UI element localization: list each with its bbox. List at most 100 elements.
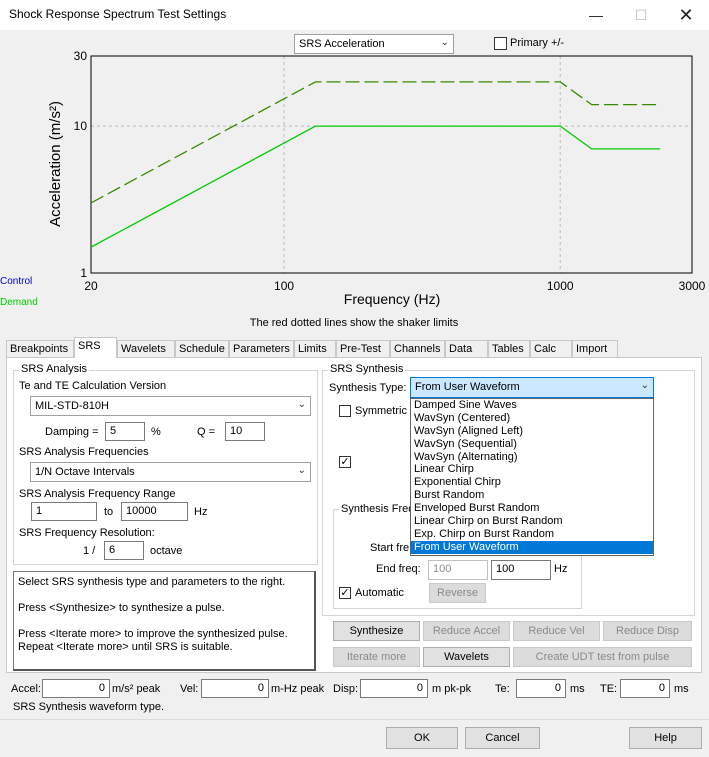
y-axis-label: Acceleration (m/s²) (47, 101, 64, 227)
dropdown-option[interactable]: Exp. Chirp on Burst Random (411, 528, 653, 541)
option-checkbox[interactable]: ✓ (339, 456, 351, 468)
iterate-more-button[interactable]: Iterate more (333, 647, 420, 667)
reduce-vel-button[interactable]: Reduce Vel (513, 621, 600, 641)
reverse-button[interactable]: Reverse (429, 583, 486, 603)
x-tick-label: 3000 (679, 279, 706, 293)
demand-limit-line (90, 81, 661, 204)
x-tick-label: 20 (84, 279, 98, 293)
y-tick-label: 30 (74, 49, 88, 63)
symmetric-checkbox[interactable] (339, 405, 351, 417)
dropdown-option[interactable]: From User Waveform (411, 540, 653, 554)
te-readout: 0 (516, 679, 566, 698)
freq-resolution-prefix: 1 / (83, 545, 96, 557)
create-udt-button[interactable]: Create UDT test from pulse (513, 647, 692, 667)
damping-unit: % (151, 426, 161, 438)
srs-synthesis-title: SRS Synthesis (328, 363, 406, 375)
tab-channels[interactable]: Channels (390, 340, 445, 357)
tab-schedule[interactable]: Schedule (175, 340, 229, 357)
tab-calc[interactable]: Calc (530, 340, 572, 357)
automatic-label: Automatic (355, 587, 404, 599)
shaker-limits-note: The red dotted lines show the shaker lim… (250, 317, 459, 329)
te-upper-readout: 0 (620, 679, 670, 698)
dropdown-option[interactable]: Damped Sine Waves (411, 399, 653, 412)
window-title: Shock Response Spectrum Test Settings (9, 7, 227, 21)
freq-range-unit: Hz (194, 506, 208, 518)
y-tick-label: 10 (74, 119, 88, 133)
y-tick-label: 1 (80, 266, 87, 280)
dropdown-option[interactable]: Exponential Chirp (411, 476, 653, 489)
disp-unit: m pk-pk (432, 683, 472, 695)
synthesize-button[interactable]: Synthesize (333, 621, 420, 641)
reduce-disp-button[interactable]: Reduce Disp (603, 621, 692, 641)
freq-range-to-input[interactable]: 10000 (121, 502, 188, 521)
dropdown-option[interactable]: Linear Chirp on Burst Random (411, 515, 653, 528)
freq-resolution-input[interactable]: 6 (104, 541, 144, 560)
chevron-down-icon: ⌄ (297, 465, 306, 476)
dropdown-option[interactable]: Enveloped Burst Random (411, 502, 653, 515)
minimize-icon[interactable]: — (573, 0, 619, 30)
te-label: Te: (495, 683, 510, 695)
cancel-button[interactable]: Cancel (465, 727, 540, 749)
dropdown-option[interactable]: WavSyn (Alternating) (411, 451, 653, 464)
te-version-select[interactable]: MIL-STD-810H ⌄ (30, 396, 311, 416)
chevron-down-icon: ⌄ (297, 399, 306, 410)
synthesis-type-label: Synthesis Type: (329, 382, 407, 394)
q-input[interactable]: 10 (225, 422, 265, 441)
info-line-4: Repeat <Iterate more> until SRS is suita… (18, 641, 233, 653)
srs-analysis-title: SRS Analysis (19, 363, 90, 375)
tab-wavelets[interactable]: Wavelets (117, 340, 175, 357)
tab-limits[interactable]: Limits (294, 340, 336, 357)
chevron-down-icon: ⌄ (640, 380, 649, 391)
dropdown-option[interactable]: WavSyn (Centered) (411, 412, 653, 425)
x-tick-label: 1000 (547, 279, 574, 293)
q-label: Q = (197, 426, 216, 438)
start-freq-label: Start fre (370, 542, 410, 554)
info-line-2: Press <Synthesize> to synthesize a pulse… (18, 602, 225, 614)
freq-resolution-label: SRS Frequency Resolution: (19, 527, 155, 539)
freq-range-to-label: to (104, 506, 114, 518)
end-freq-label: End freq: (376, 563, 421, 575)
disp-readout: 0 (360, 679, 428, 698)
tab-parameters[interactable]: Parameters (229, 340, 294, 357)
te-version-label: Te and TE Calculation Version (19, 380, 167, 392)
ok-button[interactable]: OK (386, 727, 458, 749)
wavelets-button[interactable]: Wavelets (423, 647, 510, 667)
freq-resolution-unit: octave (150, 545, 183, 557)
end-freq-disabled-input: 100 (428, 560, 488, 580)
synthesis-type-select[interactable]: From User Waveform ⌄ (410, 377, 654, 398)
analysis-freqs-select[interactable]: 1/N Octave Intervals ⌄ (30, 462, 311, 482)
damping-label: Damping = (45, 426, 99, 438)
damping-input[interactable]: 5 (105, 422, 145, 441)
accel-readout: 0 (42, 679, 110, 698)
help-button[interactable]: Help (629, 727, 702, 749)
tab-data[interactable]: Data (445, 340, 488, 357)
dropdown-option[interactable]: WavSyn (Aligned Left) (411, 425, 653, 438)
synthesis-type-dropdown[interactable]: Damped Sine Waves WavSyn (Centered) WavSyn… (410, 398, 654, 556)
tab-srs[interactable]: SRS (74, 337, 117, 358)
tab-tables[interactable]: Tables (488, 340, 530, 357)
reduce-accel-button[interactable]: Reduce Accel (423, 621, 510, 641)
automatic-checkbox[interactable]: ✓ (339, 587, 351, 599)
tab-pre-test[interactable]: Pre-Test (336, 340, 390, 357)
analysis-freqs-value: 1/N Octave Intervals (35, 466, 135, 478)
end-freq-unit: Hz (554, 563, 568, 575)
end-freq-input[interactable]: 100 (491, 560, 551, 580)
dropdown-option[interactable]: Linear Chirp (411, 463, 653, 476)
analysis-freqs-label: SRS Analysis Frequencies (19, 446, 149, 458)
info-line-3: Press <Iterate more> to improve the synt… (18, 628, 288, 640)
maximize-icon[interactable]: ☐ (618, 0, 664, 30)
freq-range-label: SRS Analysis Frequency Range (19, 488, 176, 500)
vel-readout: 0 (201, 679, 269, 698)
x-tick-label: 100 (274, 279, 294, 293)
accel-unit: m/s² peak (112, 683, 161, 695)
legend-control: Control (0, 276, 33, 287)
tab-import[interactable]: Import (572, 340, 618, 357)
tab-breakpoints[interactable]: Breakpoints (6, 340, 74, 357)
demand-line (90, 125, 661, 248)
info-line-1: Select SRS synthesis type and parameters… (18, 576, 286, 588)
dropdown-option[interactable]: Burst Random (411, 489, 653, 502)
freq-range-from-input[interactable]: 1 (31, 502, 97, 521)
close-icon[interactable]: ✕ (663, 0, 709, 30)
dropdown-option[interactable]: WavSyn (Sequential) (411, 438, 653, 451)
legend-demand: Demand (0, 297, 38, 308)
